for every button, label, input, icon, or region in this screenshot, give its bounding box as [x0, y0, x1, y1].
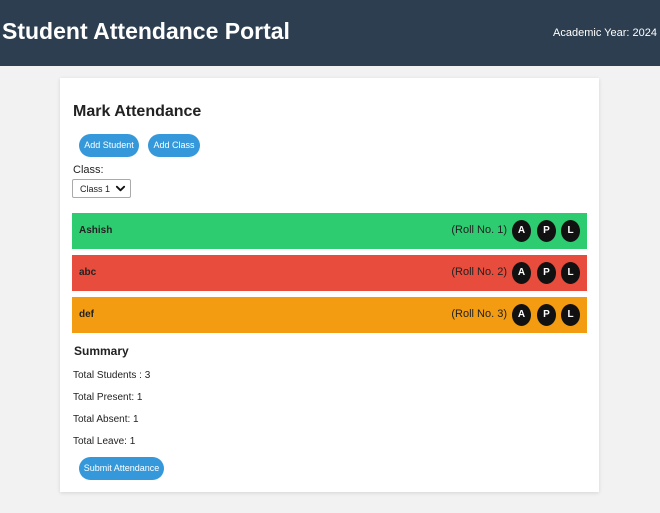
roll-number: (Roll No. 3): [451, 308, 507, 320]
student-name: def: [79, 309, 94, 320]
mark-absent-button[interactable]: A: [512, 220, 531, 242]
submit-attendance-button[interactable]: Submit Attendance: [79, 457, 164, 480]
app-title: Student Attendance Portal: [2, 18, 290, 44]
total-absent: Total Absent: 1: [73, 414, 139, 425]
roll-number: (Roll No. 2): [451, 266, 507, 278]
top-header: Student Attendance Portal Academic Year:…: [0, 0, 660, 66]
total-students: Total Students : 3: [73, 370, 151, 381]
mark-present-button[interactable]: P: [537, 262, 556, 284]
class-select[interactable]: Class 1: [72, 179, 131, 198]
page-title: Mark Attendance: [73, 103, 202, 120]
student-row-abc: abc (Roll No. 2) A P L: [72, 255, 587, 291]
class-select-value: Class 1: [80, 184, 111, 194]
add-class-button[interactable]: Add Class: [148, 134, 200, 157]
mark-present-button[interactable]: P: [537, 220, 556, 242]
total-present: Total Present: 1: [73, 392, 143, 403]
add-student-button[interactable]: Add Student: [79, 134, 139, 157]
mark-absent-button[interactable]: A: [512, 262, 531, 284]
academic-year: Academic Year: 2024: [553, 27, 657, 39]
student-row-def: def (Roll No. 3) A P L: [72, 297, 587, 333]
mark-present-button[interactable]: P: [537, 304, 556, 326]
mark-absent-button[interactable]: A: [512, 304, 531, 326]
mark-leave-button[interactable]: L: [561, 262, 580, 284]
total-leave: Total Leave: 1: [73, 436, 136, 447]
mark-leave-button[interactable]: L: [561, 304, 580, 326]
summary-title: Summary: [74, 344, 129, 358]
student-name: abc: [79, 267, 97, 278]
student-name: Ashish: [79, 225, 113, 236]
roll-number: (Roll No. 1): [451, 224, 507, 236]
student-row-ashish: Ashish (Roll No. 1) A P L: [72, 213, 587, 249]
attendance-card: Mark Attendance Add Student Add Class Cl…: [60, 78, 599, 492]
class-label: Class:: [73, 164, 104, 176]
mark-leave-button[interactable]: L: [561, 220, 580, 242]
chevron-down-icon: [115, 185, 126, 192]
